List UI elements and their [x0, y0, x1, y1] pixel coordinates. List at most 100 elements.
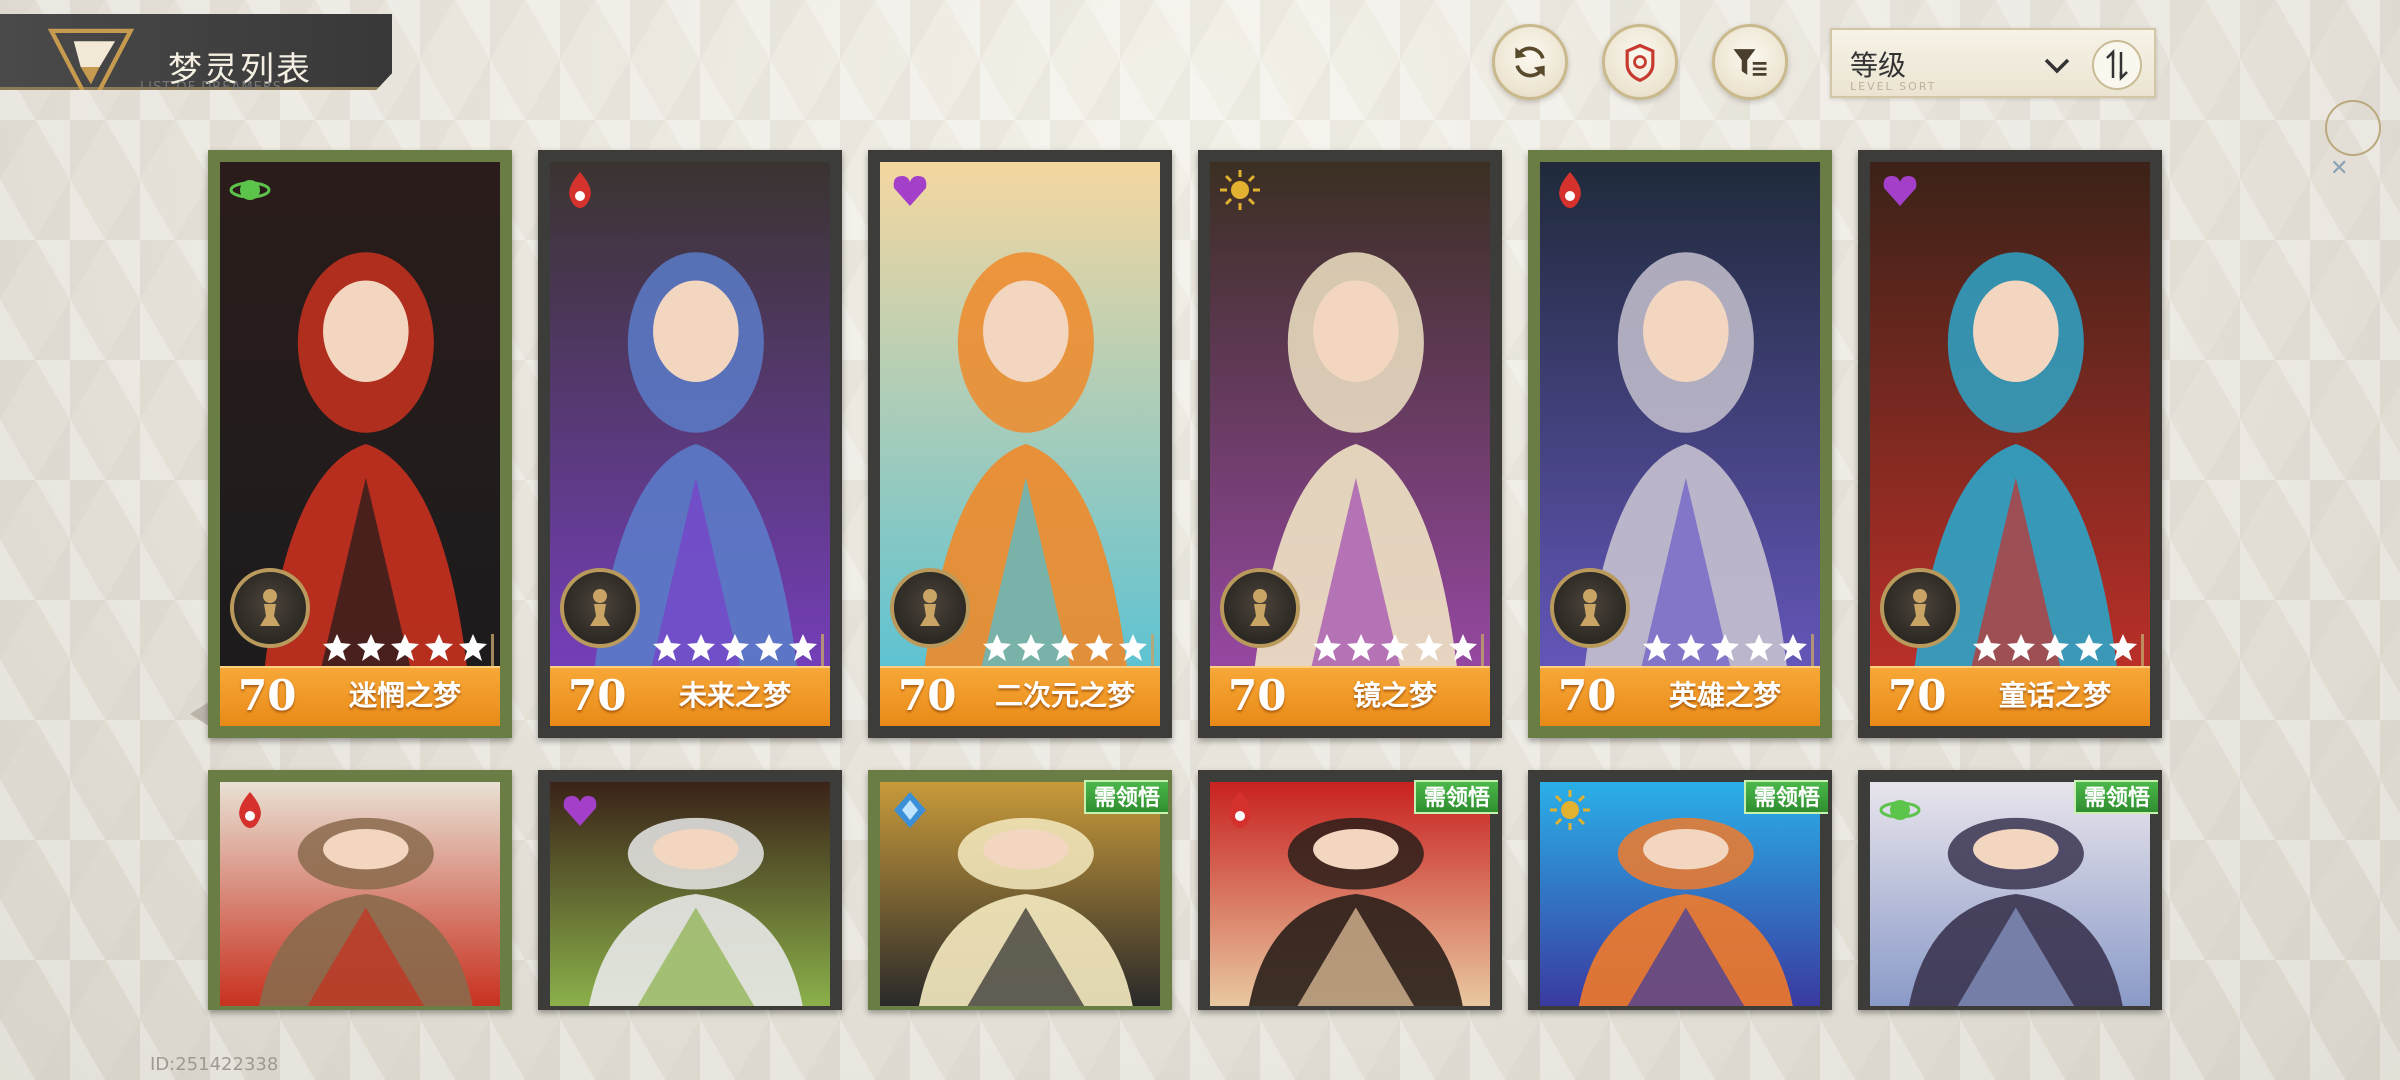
star-icon	[391, 634, 419, 661]
card-name: 英雄之梦	[1668, 679, 1781, 712]
card-level: 70	[1228, 671, 1287, 720]
character-card[interactable]	[538, 770, 842, 1010]
sort-order-icon	[2106, 48, 2128, 82]
pawn-icon	[1250, 589, 1270, 626]
pawn-badge	[1550, 568, 1630, 648]
star-icon	[1085, 634, 1113, 661]
gold-sun-element-icon	[1550, 790, 1590, 830]
star-icon	[1381, 634, 1409, 661]
card-level: 70	[898, 671, 957, 720]
card-level: 70	[238, 671, 297, 720]
player-id: ID:251422338	[150, 1054, 279, 1075]
star-icon	[357, 634, 385, 661]
page-title-banner: 梦灵列表 LIST OF DREAMERS	[0, 14, 392, 90]
card-corner-decoration	[1118, 634, 1154, 670]
filter-button[interactable]	[1712, 24, 1788, 100]
character-card[interactable]: 70 二次元之梦	[868, 150, 1172, 738]
purple-heart-element-icon	[563, 796, 597, 826]
star-icon	[1711, 634, 1739, 661]
character-card[interactable]: 70 童话之梦	[1858, 150, 2162, 738]
card-corner-decoration	[2108, 634, 2144, 670]
pawn-badge	[230, 568, 310, 648]
card-name: 镜之梦	[1352, 679, 1437, 712]
refresh-icon	[1515, 46, 1545, 78]
star-icon	[1643, 634, 1671, 661]
decorative-ring	[2325, 100, 2381, 156]
star-icon	[653, 634, 681, 661]
pawn-icon	[1580, 589, 1600, 626]
star-icon	[2007, 634, 2035, 661]
star-icon	[687, 634, 715, 661]
logo-triangle-icon	[48, 28, 134, 90]
red-drop-element-icon	[1229, 792, 1251, 828]
card-name: 未来之梦	[678, 679, 791, 712]
star-icon	[1677, 634, 1705, 661]
card-level: 70	[1888, 671, 1947, 720]
star-icon	[1313, 634, 1341, 661]
pawn-icon	[260, 589, 280, 626]
pawn-icon	[920, 589, 940, 626]
card-level: 70	[1558, 671, 1617, 720]
star-icon	[425, 634, 453, 661]
character-card[interactable]: 需领悟	[1198, 770, 1502, 1010]
star-icon	[1051, 634, 1079, 661]
pawn-badge	[1220, 568, 1300, 648]
star-icon	[1745, 634, 1773, 661]
character-card[interactable]	[208, 770, 512, 1010]
card-corner-decoration	[458, 634, 494, 670]
character-card[interactable]: 需领悟	[1858, 770, 2162, 1010]
character-card[interactable]: 70 未来之梦	[538, 150, 842, 738]
card-level: 70	[568, 671, 627, 720]
sort-order-toggle[interactable]	[2092, 40, 2142, 90]
character-card[interactable]: 70 镜之梦	[1198, 150, 1502, 738]
sort-sublabel: LEVEL SORT	[1850, 80, 1937, 93]
red-drop-element-icon	[569, 172, 591, 208]
star-icon	[2075, 634, 2103, 661]
element-filter-button[interactable]	[1602, 24, 1678, 100]
star-icon	[1415, 634, 1443, 661]
pawn-badge	[1880, 568, 1960, 648]
gold-sun-element-icon	[1220, 170, 1260, 210]
shield-icon	[1625, 43, 1655, 83]
green-orb-element-icon	[1879, 800, 1921, 820]
pawn-icon	[1910, 589, 1930, 626]
card-name: 童话之梦	[1998, 679, 2111, 712]
star-icon	[1017, 634, 1045, 661]
sort-selected-label: 等级	[1850, 49, 1907, 82]
needs-enlightenment-badge: 需领悟	[1413, 780, 1498, 814]
refresh-button[interactable]	[1492, 24, 1568, 100]
character-card[interactable]: 70 迷惘之梦	[208, 150, 512, 738]
decorative-cross-icon: ✕	[2330, 156, 2349, 181]
purple-heart-element-icon	[893, 176, 927, 206]
needs-enlightenment-badge: 需领悟	[1083, 780, 1168, 814]
needs-enlightenment-badge: 需领悟	[2073, 780, 2158, 814]
card-name: 二次元之梦	[994, 679, 1135, 712]
star-icon	[1973, 634, 2001, 661]
purple-heart-element-icon	[1883, 176, 1917, 206]
star-icon	[323, 634, 351, 661]
star-icon	[1347, 634, 1375, 661]
card-name: 迷惘之梦	[348, 679, 461, 712]
sort-dropdown[interactable]: 等级 LEVEL SORT	[1830, 28, 2156, 98]
red-drop-element-icon	[1559, 172, 1581, 208]
filter-icon	[1733, 49, 1767, 76]
character-card[interactable]: 需领悟	[868, 770, 1172, 1010]
red-drop-element-icon	[239, 792, 261, 828]
chevron-down-icon	[2044, 58, 2070, 74]
star-icon	[983, 634, 1011, 661]
star-icon	[2041, 634, 2069, 661]
star-icon	[721, 634, 749, 661]
pawn-badge	[560, 568, 640, 648]
card-corner-decoration	[1448, 634, 1484, 670]
green-orb-element-icon	[229, 180, 271, 200]
needs-enlightenment-badge: 需领悟	[1743, 780, 1828, 814]
card-corner-decoration	[1778, 634, 1814, 670]
character-card[interactable]: 需领悟	[1528, 770, 1832, 1010]
blue-crystal-element-icon	[894, 792, 926, 828]
pawn-icon	[590, 589, 610, 626]
star-icon	[755, 634, 783, 661]
character-card[interactable]: 70 英雄之梦	[1528, 150, 1832, 738]
card-corner-decoration	[788, 634, 824, 670]
pawn-badge	[890, 568, 970, 648]
page-subtitle: LIST OF DREAMERS	[140, 80, 283, 95]
